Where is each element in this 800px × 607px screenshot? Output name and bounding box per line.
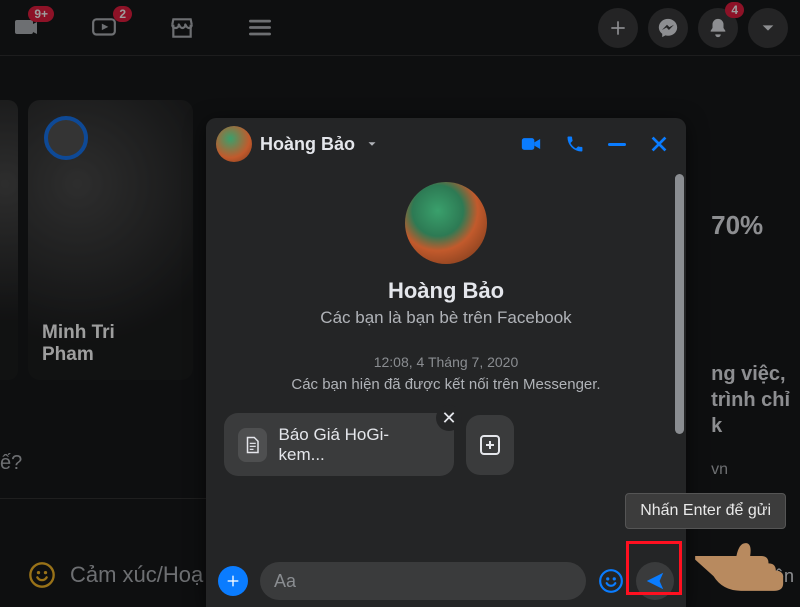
notif-badge: 4 (725, 2, 744, 18)
story-avatar-ring (44, 116, 88, 160)
attachment-title: Báo Giá HoGi-kem... (279, 425, 411, 464)
messenger-button[interactable] (648, 8, 688, 48)
chat-avatar (216, 126, 252, 162)
chat-connected-text: Các bạn hiện đã được kết nối trên Messen… (206, 376, 686, 393)
emoji-button[interactable] (598, 568, 624, 594)
watch-tab[interactable]: 2 (90, 14, 118, 42)
document-icon (238, 428, 267, 462)
story-author: Minh Tri Pham (42, 322, 115, 366)
chat-title: Hoàng Bảo (260, 134, 355, 155)
open-actions-button[interactable] (218, 566, 248, 596)
feeling-icon (28, 561, 56, 589)
contact-large-avatar (405, 182, 487, 264)
watch-badge: 2 (113, 6, 132, 22)
attachment-card[interactable]: Báo Giá HoGi-kem... ✕ (224, 413, 454, 476)
prompt-fragment: ế? (0, 452, 22, 475)
scrollbar[interactable] (675, 174, 684, 434)
minimize-button[interactable] (608, 143, 626, 146)
notifications-button[interactable]: 4 (698, 8, 738, 48)
chat-body: Hoàng Bảo Các bạn là bạn bè trên Faceboo… (206, 170, 686, 555)
composer-label: Cảm xúc/Hoạ (70, 562, 203, 588)
message-placeholder: Aa (274, 571, 296, 592)
add-attachment-button[interactable] (466, 415, 514, 475)
remove-attachment-button[interactable]: ✕ (436, 405, 462, 431)
chat-header-actions (520, 133, 676, 155)
nav-left-group: 9+ 2 (12, 14, 274, 42)
attachment-row: Báo Giá HoGi-kem... ✕ (206, 413, 686, 476)
account-menu-button[interactable] (748, 8, 788, 48)
close-button[interactable] (648, 133, 670, 155)
story-card[interactable] (0, 100, 18, 380)
divider (0, 498, 210, 499)
marketplace-tab[interactable] (168, 14, 196, 42)
home-tab[interactable]: 9+ (12, 14, 40, 42)
contact-subtitle: Các bạn là bạn bè trên Facebook (206, 308, 686, 328)
story-card[interactable]: Minh Tri Pham (28, 100, 193, 380)
chevron-down-icon (365, 137, 379, 151)
feed-composer[interactable]: Cảm xúc/Hoạ (0, 561, 203, 589)
right-sidebar-peek: 70% ng việc, trình chỉ k vn (711, 210, 790, 479)
voice-call-button[interactable] (564, 133, 586, 155)
chat-input-bar: Aa (206, 555, 686, 607)
top-navbar: 9+ 2 4 (0, 0, 800, 56)
menu-tab[interactable] (246, 14, 274, 42)
chat-window: Hoàng Bảo Hoàng Bảo Các bạn là bạn bè tr… (206, 118, 686, 607)
chat-header[interactable]: Hoàng Bảo (206, 118, 686, 170)
contact-name: Hoàng Bảo (206, 278, 686, 304)
create-button[interactable] (598, 8, 638, 48)
video-call-button[interactable] (520, 133, 542, 155)
message-input[interactable]: Aa (260, 562, 586, 600)
stories-row: Minh Tri Pham (0, 100, 193, 380)
home-badge: 9+ (28, 6, 54, 22)
chat-timestamp: 12:08, 4 Tháng 7, 2020 (206, 354, 686, 370)
send-button[interactable] (636, 562, 674, 600)
nav-right-group: 4 (598, 8, 788, 48)
percent-text: 70% (711, 210, 790, 241)
pointing-hand-icon (686, 516, 796, 601)
